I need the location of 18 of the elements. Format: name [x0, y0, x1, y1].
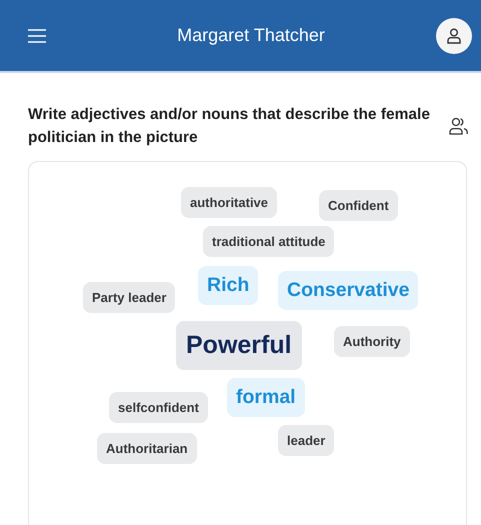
word-tag: selfconfident [109, 392, 208, 423]
word-tag: authoritative [181, 187, 278, 218]
word-tag: Party leader [83, 282, 176, 313]
word-tag: Authority [334, 326, 410, 357]
people-icon[interactable] [449, 117, 469, 135]
word-tag: Powerful [176, 321, 302, 370]
question-text: Write adjectives and/or nouns that describe the female politician in the picture [28, 105, 431, 148]
profile-button[interactable] [436, 18, 472, 54]
word-tag: Rich [198, 266, 258, 305]
word-tag: leader [278, 425, 334, 456]
header-title: Margaret Thatcher [176, 25, 326, 46]
word-tag: Conservative [278, 271, 418, 310]
word-tag: formal [227, 378, 305, 417]
word-tag: Authoritarian [97, 433, 197, 464]
menu-icon[interactable] [28, 28, 46, 42]
word-tag: Confident [319, 190, 398, 221]
person-icon [447, 28, 461, 44]
word-tag: traditional attitude [203, 226, 334, 257]
